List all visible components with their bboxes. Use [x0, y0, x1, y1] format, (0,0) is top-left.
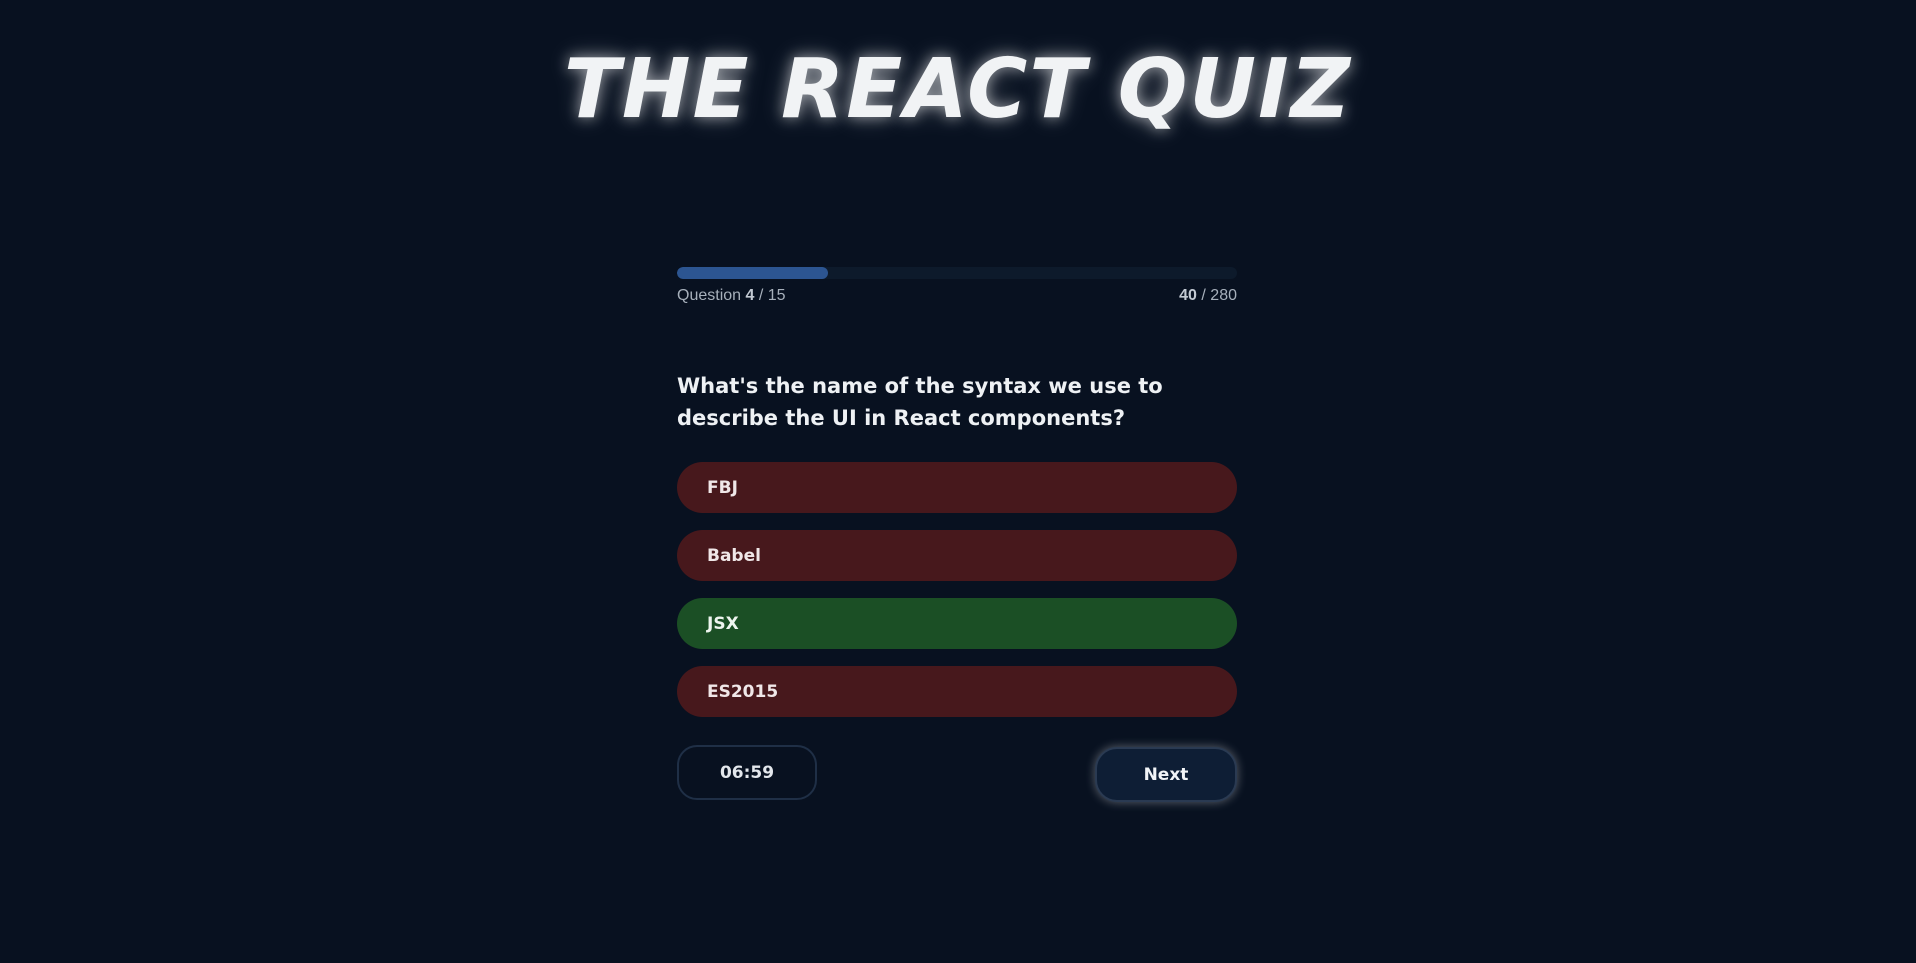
question-text: What's the name of the syntax we use to …: [677, 374, 1163, 430]
answer-option-babel[interactable]: Babel: [677, 530, 1237, 581]
answer-option-jsx[interactable]: JSX: [677, 598, 1237, 649]
answer-option-es2015[interactable]: ES2015: [677, 666, 1237, 717]
progress-info: Question 4 / 15 40 / 280: [677, 287, 1237, 305]
quiz-panel: Question 4 / 15 40 / 280 What's the name…: [677, 267, 1237, 802]
next-button[interactable]: Next: [1095, 747, 1237, 802]
total-questions: / 15: [758, 287, 786, 304]
points-counter: 40 / 280: [1179, 287, 1237, 305]
answer-option-fbj[interactable]: FBJ: [677, 462, 1237, 513]
progress-bar-fill: [677, 267, 829, 279]
answer-option-label: Babel: [707, 545, 761, 566]
answer-option-label: JSX: [707, 613, 739, 634]
question-counter-label: Question: [677, 287, 742, 304]
answer-option-label: FBJ: [707, 477, 738, 498]
question-counter: Question 4 / 15: [677, 287, 786, 305]
points-value: 40: [1179, 287, 1197, 304]
max-points: / 280: [1201, 287, 1237, 304]
current-question-number: 4: [745, 287, 755, 304]
app-title: THE REACT QUIZ: [563, 42, 1353, 137]
quiz-footer: 06:59 Next: [677, 745, 1237, 802]
answer-option-label: ES2015: [707, 681, 779, 702]
timer: 06:59: [677, 745, 817, 800]
answer-options: FBJ Babel JSX ES2015: [677, 462, 1237, 717]
progress-bar: [677, 267, 1237, 279]
